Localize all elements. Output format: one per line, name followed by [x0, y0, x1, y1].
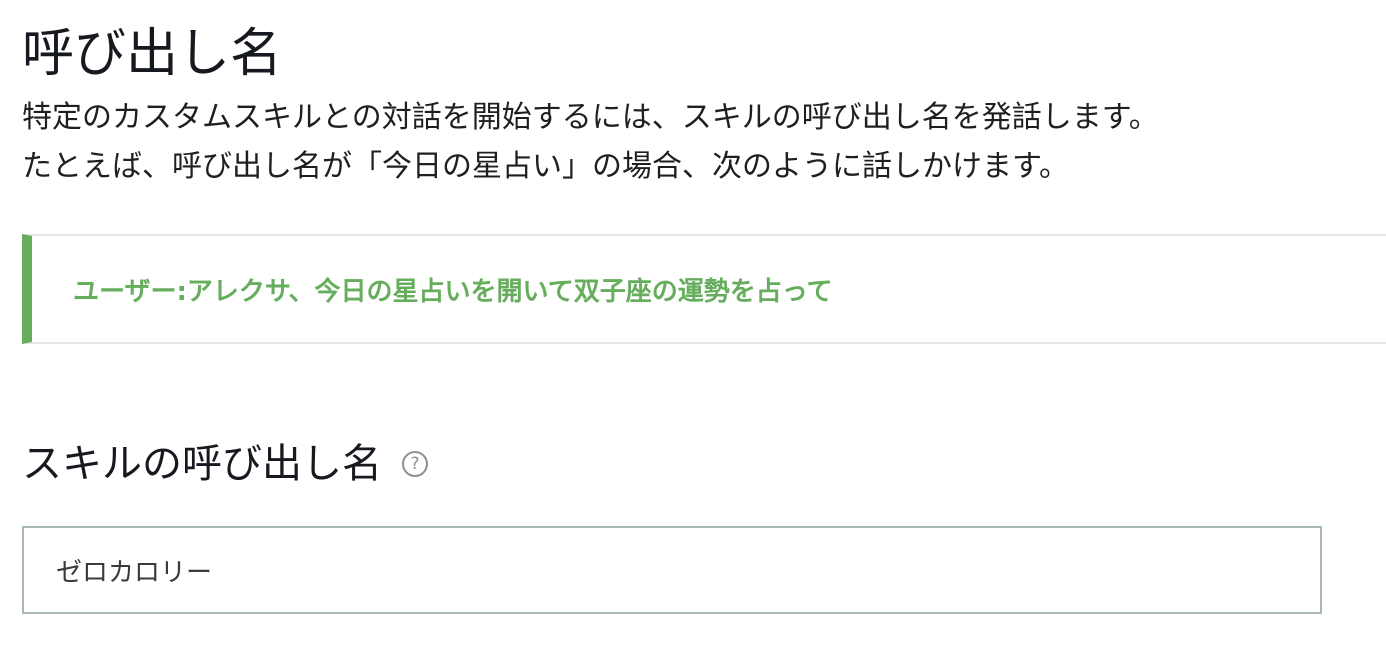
page-title: 呼び出し名 [22, 24, 283, 84]
help-icon[interactable]: ? [402, 451, 428, 477]
invocation-name-heading: スキルの呼び出し名 ? [22, 438, 428, 490]
description-line-1: 特定のカスタムスキルとの対話を開始するには、スキルの呼び出し名を発話します。 [22, 100, 1159, 135]
invocation-name-input[interactable] [22, 526, 1322, 614]
example-callout: ユーザー:アレクサ、今日の星占いを開いて双子座の運勢を占って [22, 234, 1386, 344]
example-utterance: ユーザー:アレクサ、今日の星占いを開いて双子座の運勢を占って [73, 276, 833, 307]
invocation-name-label: スキルの呼び出し名 [22, 441, 382, 487]
description-line-2: たとえば、呼び出し名が「今日の星占い」の場合、次のように話しかけます。 [22, 149, 1069, 184]
